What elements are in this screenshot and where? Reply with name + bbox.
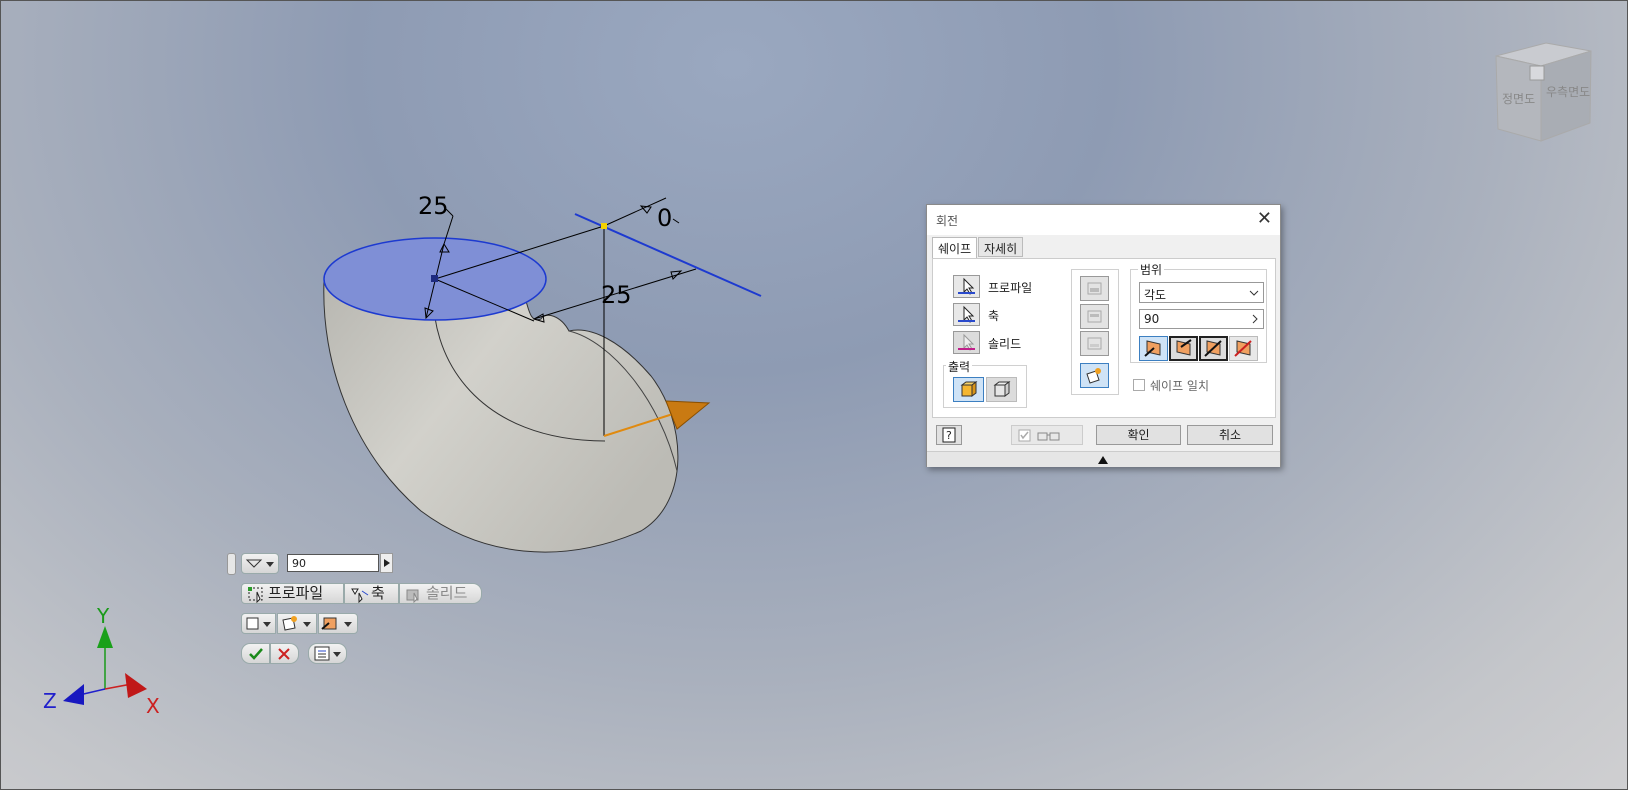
dialog-titlebar[interactable]: 회전 ✕ bbox=[927, 205, 1280, 235]
solid-select-icon bbox=[406, 589, 419, 603]
direction-flipped-icon bbox=[1176, 339, 1192, 356]
angle-input[interactable]: 90 bbox=[1139, 309, 1264, 329]
chevron-down-icon bbox=[1249, 290, 1259, 296]
profile-selector-button[interactable] bbox=[953, 275, 980, 298]
join-button[interactable] bbox=[1080, 276, 1109, 301]
mini-cancel-button[interactable] bbox=[270, 643, 299, 664]
close-icon[interactable]: ✕ bbox=[1257, 209, 1272, 229]
dialog-title: 회전 bbox=[936, 214, 959, 228]
expand-triangle-icon bbox=[1098, 456, 1108, 464]
extents-dropdown-button[interactable] bbox=[241, 553, 279, 574]
mini-profile-button[interactable]: 프로파일 bbox=[241, 583, 344, 604]
dimension-value-right[interactable]: 0 bbox=[657, 204, 672, 232]
new-solid-button[interactable] bbox=[1080, 363, 1109, 388]
play-arrow-icon bbox=[384, 559, 390, 567]
new-solid-icon bbox=[1086, 368, 1101, 384]
axis-select-icon bbox=[351, 588, 369, 603]
mini-axis-label: 축 bbox=[371, 584, 385, 602]
dialog-expand-bar[interactable] bbox=[927, 451, 1280, 467]
surface-cube-icon bbox=[993, 381, 1011, 397]
shape-panel: 프로파일 축 솔리드 출력 범위 각도 90 쉐이프 일치 bbox=[932, 258, 1276, 418]
cut-button[interactable] bbox=[1080, 304, 1109, 329]
cancel-button[interactable]: 취소 bbox=[1187, 425, 1273, 445]
direction-dropdown-button[interactable] bbox=[318, 613, 358, 634]
glasses-preview-icon bbox=[1018, 429, 1060, 442]
extents-group-title: 범위 bbox=[1138, 261, 1165, 278]
output-dropdown-button[interactable] bbox=[241, 613, 276, 634]
preview-toggle[interactable] bbox=[1011, 425, 1083, 445]
checkmark-icon bbox=[249, 648, 263, 660]
solid-selector-label: 솔리드 bbox=[988, 337, 1022, 351]
z-axis-cone-icon bbox=[63, 684, 84, 705]
view-cube[interactable]: 정면도 우측면도 bbox=[1486, 41, 1596, 146]
x-axis-cone-icon bbox=[125, 673, 147, 698]
output-solid-button[interactable] bbox=[953, 377, 984, 402]
axis-triad: Y X Z bbox=[43, 604, 160, 718]
y-axis-label: Y bbox=[96, 604, 110, 628]
z-axis-label: Z bbox=[43, 689, 57, 713]
list-options-icon bbox=[314, 646, 341, 661]
angle-input-value: 90 bbox=[1144, 312, 1160, 326]
direction-asymmetric-icon bbox=[1234, 340, 1252, 357]
viewcube-front-label[interactable]: 정면도 bbox=[1502, 92, 1535, 106]
direction-asymmetric-button[interactable] bbox=[1229, 336, 1258, 361]
direction-icon bbox=[321, 617, 352, 630]
direction-flipped-button[interactable] bbox=[1169, 336, 1198, 361]
viewcube-right-label[interactable]: 우측면도 bbox=[1546, 85, 1590, 99]
direction-symmetric-icon bbox=[1204, 340, 1222, 357]
chevron-right-icon bbox=[1252, 314, 1258, 324]
help-button[interactable]: ? bbox=[936, 425, 962, 445]
mini-solid-button[interactable]: 솔리드 bbox=[399, 583, 482, 604]
extents-angle-icon bbox=[245, 559, 274, 568]
match-shape-checkbox[interactable] bbox=[1133, 379, 1145, 391]
mini-axis-button[interactable]: 축 bbox=[344, 583, 399, 604]
mini-ok-button[interactable] bbox=[241, 643, 270, 664]
operation-dropdown-button[interactable] bbox=[277, 613, 317, 634]
profile-select-icon bbox=[248, 587, 263, 603]
profile-selector-label: 프로파일 bbox=[988, 281, 1033, 295]
mini-profile-label: 프로파일 bbox=[268, 584, 324, 602]
angle-value-field[interactable]: 90 bbox=[287, 554, 379, 572]
mini-toolbar-grip[interactable] bbox=[227, 553, 236, 575]
direction-default-button[interactable] bbox=[1139, 336, 1168, 361]
mini-options-button[interactable] bbox=[308, 643, 347, 664]
tab-more[interactable]: 자세히 bbox=[978, 237, 1024, 257]
intersect-icon bbox=[1087, 337, 1102, 350]
output-solid-icon bbox=[246, 617, 271, 630]
axis-selector-button[interactable] bbox=[953, 303, 980, 326]
extents-type-select[interactable]: 각도 bbox=[1139, 282, 1264, 303]
y-axis-cone-icon bbox=[97, 626, 113, 648]
help-icon: ? bbox=[942, 427, 956, 443]
graphics-viewport[interactable]: 25 0 25 정면도 우측면도 Y X Z 90 프로파일 축 솔리드 회전 … bbox=[0, 0, 1628, 790]
apply-value-button[interactable] bbox=[380, 553, 393, 573]
join-icon bbox=[1087, 282, 1102, 295]
tab-shape[interactable]: 쉐이프 bbox=[932, 237, 978, 259]
solid-cube-icon bbox=[960, 381, 978, 397]
axis-selector-label: 축 bbox=[988, 309, 1000, 323]
intersect-button[interactable] bbox=[1080, 331, 1109, 356]
direction-default-icon bbox=[1144, 340, 1161, 357]
mini-solid-label: 솔리드 bbox=[426, 584, 468, 602]
svg-text:?: ? bbox=[946, 429, 952, 442]
direction-symmetric-button[interactable] bbox=[1199, 336, 1228, 361]
cut-icon bbox=[1087, 310, 1102, 323]
solid-selector-button[interactable] bbox=[953, 331, 980, 354]
cancel-x-icon bbox=[278, 648, 290, 660]
ok-button[interactable]: 확인 bbox=[1096, 425, 1181, 445]
new-solid-icon bbox=[282, 616, 311, 631]
output-group-title: 출력 bbox=[946, 358, 973, 375]
output-surface-button[interactable] bbox=[986, 377, 1017, 402]
extents-type-value: 각도 bbox=[1144, 288, 1167, 302]
dimension-value-middle[interactable]: 25 bbox=[601, 281, 632, 309]
revolved-solid bbox=[323, 280, 679, 553]
dimension-value-left[interactable]: 25 bbox=[418, 192, 449, 220]
revolve-dialog: 회전 ✕ 쉐이프 자세히 프로파일 축 솔리드 출력 범위 각도 90 쉐이프 … bbox=[926, 204, 1281, 467]
match-shape-label: 쉐이프 일치 bbox=[1150, 379, 1210, 393]
model-canvas: 25 0 25 bbox=[323, 192, 762, 553]
x-axis-label: X bbox=[146, 694, 160, 718]
